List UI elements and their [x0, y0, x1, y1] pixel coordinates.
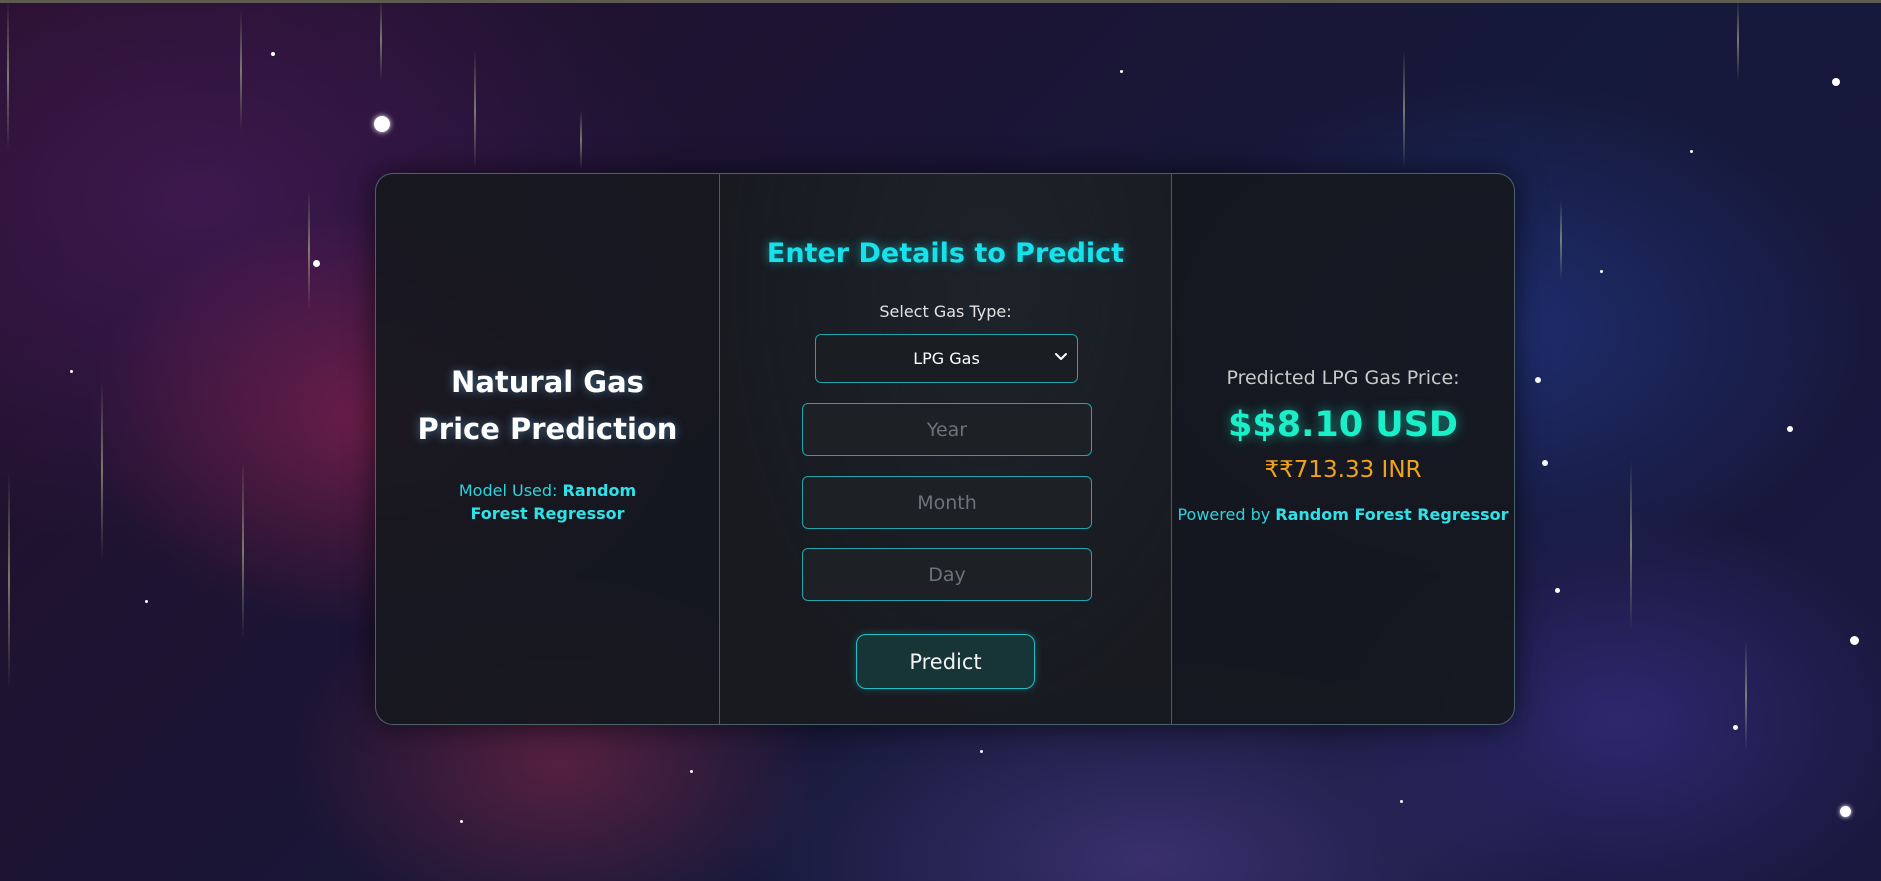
light-streak: [240, 10, 242, 130]
star: [980, 750, 983, 753]
intro-panel: Natural Gas Price Prediction Model Used:…: [376, 174, 720, 724]
light-streak: [380, 0, 382, 80]
light-streak: [1403, 50, 1405, 170]
powered-by-label: Powered by: [1177, 504, 1276, 524]
light-streak: [580, 110, 582, 170]
star: [313, 260, 320, 267]
star: [1535, 377, 1541, 383]
star: [145, 600, 148, 603]
light-streak: [1745, 640, 1747, 750]
star: [460, 820, 463, 823]
model-used-label: Model Used:: [458, 481, 563, 500]
star: [1555, 588, 1560, 593]
day-input[interactable]: [802, 548, 1092, 601]
light-streak: [8, 470, 10, 690]
light-streak: [474, 50, 476, 170]
light-streak: [242, 460, 244, 640]
star: [1690, 150, 1693, 153]
app-title-line2: Price Prediction: [417, 412, 678, 446]
star: [1850, 636, 1859, 645]
powered-by-model: Random Forest Regressor: [1275, 504, 1509, 524]
year-input[interactable]: [802, 403, 1092, 456]
light-streak: [7, 0, 9, 150]
form-title: Enter Details to Predict: [766, 238, 1125, 269]
top-edge-line: [0, 0, 1881, 3]
powered-by-text: Powered by Random Forest Regressor: [1177, 505, 1508, 524]
light-streak: [1737, 0, 1739, 80]
star: [70, 370, 73, 373]
gas-type-selected-value: LPG Gas: [913, 349, 980, 368]
result-panel: Predicted LPG Gas Price: $$8.10 USD ₹₹71…: [1172, 174, 1514, 724]
chevron-down-icon: [1055, 353, 1067, 360]
gas-type-label: Select Gas Type:: [879, 302, 1012, 321]
predict-button[interactable]: Predict: [856, 634, 1035, 689]
light-streak: [308, 190, 310, 310]
month-input[interactable]: [802, 476, 1092, 529]
star: [1733, 725, 1738, 730]
light-streak: [1630, 460, 1632, 630]
prediction-card: Natural Gas Price Prediction Model Used:…: [375, 173, 1515, 725]
model-used-text: Model Used: Random Forest Regressor: [428, 479, 668, 525]
star: [1787, 426, 1793, 432]
light-streak: [101, 380, 103, 560]
star: [271, 52, 275, 56]
star: [1400, 800, 1403, 803]
star: [1542, 460, 1548, 466]
star: [374, 116, 390, 132]
star: [1600, 270, 1603, 273]
predicted-price-inr: ₹₹713.33 INR: [1264, 456, 1422, 483]
star: [1840, 806, 1851, 817]
star: [1832, 78, 1840, 86]
light-streak: [1560, 200, 1562, 280]
app-title-line1: Natural Gas: [451, 365, 644, 399]
app-title: Natural Gas Price Prediction: [418, 359, 678, 453]
star: [690, 770, 693, 773]
star: [1120, 70, 1123, 73]
gas-type-select[interactable]: LPG Gas: [815, 334, 1078, 383]
predicted-price-usd: $$8.10 USD: [1228, 404, 1458, 445]
result-label: Predicted LPG Gas Price:: [1226, 366, 1460, 389]
form-panel: Enter Details to Predict Select Gas Type…: [720, 174, 1172, 724]
